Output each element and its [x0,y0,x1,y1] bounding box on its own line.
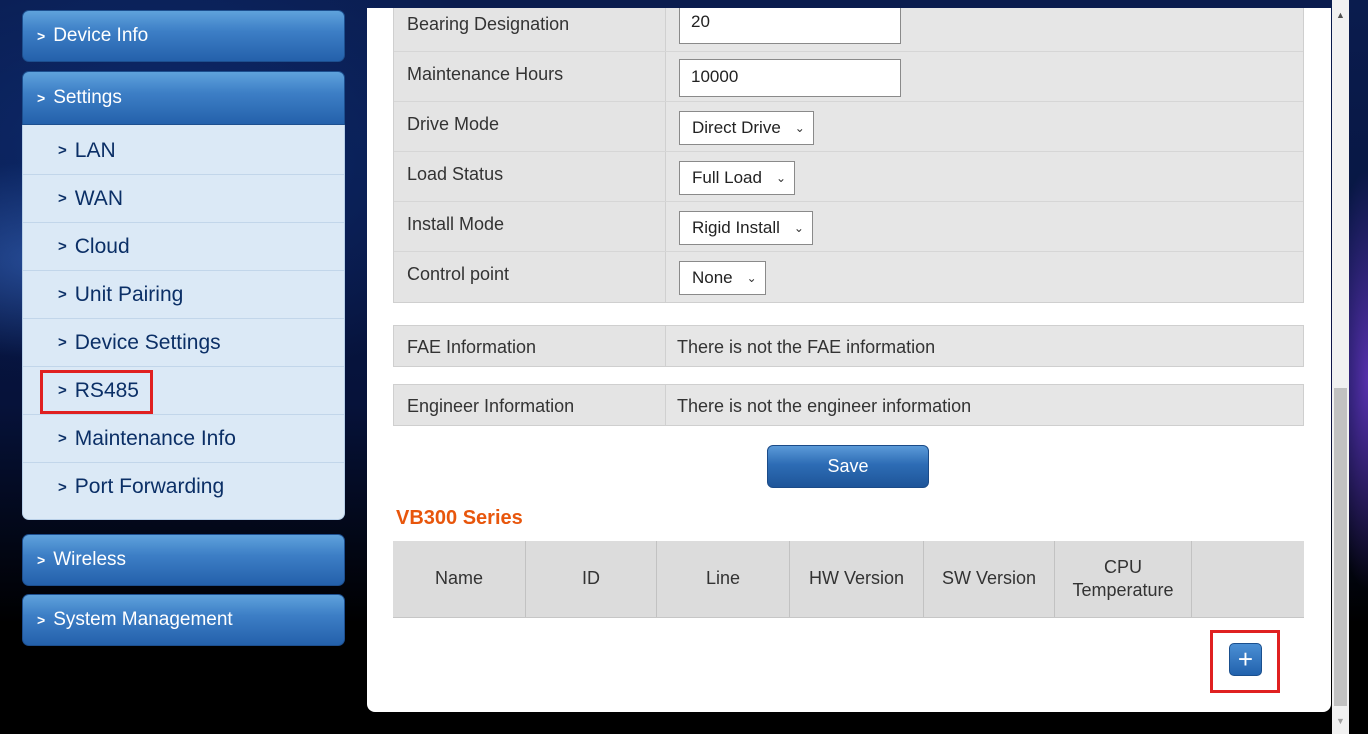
sidebar-item-label: WAN [74,186,123,210]
column-header-sw-version[interactable]: SW Version [924,541,1055,617]
fae-info-value: There is not the FAE information [666,326,1303,366]
form-row-maintenance: Maintenance Hours 10000 [394,52,1303,102]
form-row-control-point: Control point None ⌄ [394,252,1303,302]
engineer-info-label: Engineer Information [394,385,666,425]
scroll-thumb[interactable] [1334,388,1347,706]
engineer-info-value: There is not the engineer information [666,385,1303,425]
form-value-cell: Rigid Install ⌄ [666,202,1303,251]
fae-info-label: FAE Information [394,326,666,366]
form-value-cell: 20 [666,8,1303,51]
install-mode-select[interactable]: Rigid Install ⌄ [679,211,813,245]
sidebar-item-port-forwarding[interactable]: > Port Forwarding [23,463,344,511]
sidebar-item-unit-pairing[interactable]: > Unit Pairing [23,271,344,319]
chevron-right-icon: > [58,190,67,207]
save-button[interactable]: Save [767,445,929,488]
drive-mode-label: Drive Mode [394,102,666,151]
maintenance-hours-label: Maintenance Hours [394,52,666,101]
vertical-scrollbar[interactable]: ▲ ▼ [1332,0,1349,734]
nav-wireless-label: Wireless [53,549,127,570]
chevron-right-icon: > [37,28,46,44]
highlight-box: + [1210,630,1280,693]
sidebar-item-label: Maintenance Info [74,426,236,450]
chevron-right-icon: > [58,334,67,351]
control-point-value: None [692,268,733,287]
vb300-section-title: VB300 Series [396,507,523,529]
chevron-down-icon: ⌄ [775,171,786,185]
scroll-down-arrow-icon[interactable]: ▼ [1332,716,1349,732]
bearing-designation-label: Bearing Designation [394,8,666,51]
nav-system-management[interactable]: > System Management [22,594,345,646]
column-header-cpu-temperature[interactable]: CPU Temperature [1055,541,1192,617]
install-mode-value: Rigid Install [692,218,780,237]
sidebar-item-rs485[interactable]: > RS485 [23,367,344,415]
sidebar-item-wan[interactable]: > WAN [23,175,344,223]
sidebar-item-label: Unit Pairing [74,282,184,306]
nav-wireless[interactable]: > Wireless [22,534,345,586]
sidebar-item-cloud[interactable]: > Cloud [23,223,344,271]
column-header-name[interactable]: Name [393,541,526,617]
form-value-cell: None ⌄ [666,252,1303,302]
fae-info-row: FAE Information There is not the FAE inf… [393,325,1304,367]
load-status-label: Load Status [394,152,666,201]
chevron-right-icon: > [58,286,67,303]
sidebar-nav: > Device Info > Settings > LAN > WAN > C… [22,10,345,646]
drive-mode-value: Direct Drive [692,118,781,137]
nav-system-management-label: System Management [53,609,233,630]
sidebar-item-maintenance-info[interactable]: > Maintenance Info [23,415,344,463]
scroll-up-arrow-icon[interactable]: ▲ [1332,10,1349,26]
control-point-label: Control point [394,252,666,302]
form-value-cell: Full Load ⌄ [666,152,1303,201]
sidebar-item-device-settings[interactable]: > Device Settings [23,319,344,367]
chevron-right-icon: > [58,478,67,496]
maintenance-hours-input[interactable]: 10000 [679,59,901,97]
install-mode-label: Install Mode [394,202,666,251]
load-status-select[interactable]: Full Load ⌄ [679,161,795,195]
control-point-select[interactable]: None ⌄ [679,261,766,295]
form-value-cell: Direct Drive ⌄ [666,102,1303,151]
settings-submenu: > LAN > WAN > Cloud > Unit Pairing > Dev… [22,125,345,520]
chevron-down-icon: ⌄ [794,121,805,135]
chevron-right-icon: > [58,142,67,159]
bearing-designation-input[interactable]: 20 [679,8,901,44]
sidebar-item-label: Cloud [74,234,130,258]
column-header-hw-version[interactable]: HW Version [790,541,924,617]
nav-device-info-label: Device Info [53,25,149,46]
sidebar-item-label: LAN [74,138,116,162]
form-row-load-status: Load Status Full Load ⌄ [394,152,1303,202]
nav-settings-label: Settings [53,87,122,108]
chevron-right-icon: > [37,612,46,628]
form-value-cell: 10000 [666,52,1303,101]
main-panel: Bearing Designation 20 Maintenance Hours… [367,8,1331,712]
column-header-line[interactable]: Line [657,541,790,617]
form-row-bearing: Bearing Designation 20 [394,8,1303,52]
nav-settings[interactable]: > Settings [22,71,345,125]
column-header-id[interactable]: ID [526,541,657,617]
column-header-actions [1192,541,1304,617]
load-status-value: Full Load [692,168,762,187]
chevron-right-icon: > [58,238,67,255]
chevron-right-icon: > [37,552,46,568]
vb300-table-header: Name ID Line HW Version SW Version CPU T… [393,541,1304,618]
engineer-info-row: Engineer Information There is not the en… [393,384,1304,426]
form-row-drive-mode: Drive Mode Direct Drive ⌄ [394,102,1303,152]
chevron-down-icon: ⌄ [793,221,804,235]
sidebar-item-label: Port Forwarding [74,475,225,498]
nav-device-info[interactable]: > Device Info [22,10,345,62]
plus-icon: + [1237,644,1254,674]
drive-mode-select[interactable]: Direct Drive ⌄ [679,111,814,145]
sidebar-item-label: Device Settings [74,330,221,354]
form-row-install-mode: Install Mode Rigid Install ⌄ [394,202,1303,252]
highlight-box [40,370,153,414]
add-device-button[interactable]: + [1229,643,1262,676]
chevron-down-icon: ⌄ [746,271,757,285]
chevron-right-icon: > [58,430,67,447]
sidebar-item-lan[interactable]: > LAN [23,127,344,175]
chevron-right-icon: > [37,90,46,106]
page-bottom-bar [0,712,1368,734]
rs485-form: Bearing Designation 20 Maintenance Hours… [393,8,1304,303]
